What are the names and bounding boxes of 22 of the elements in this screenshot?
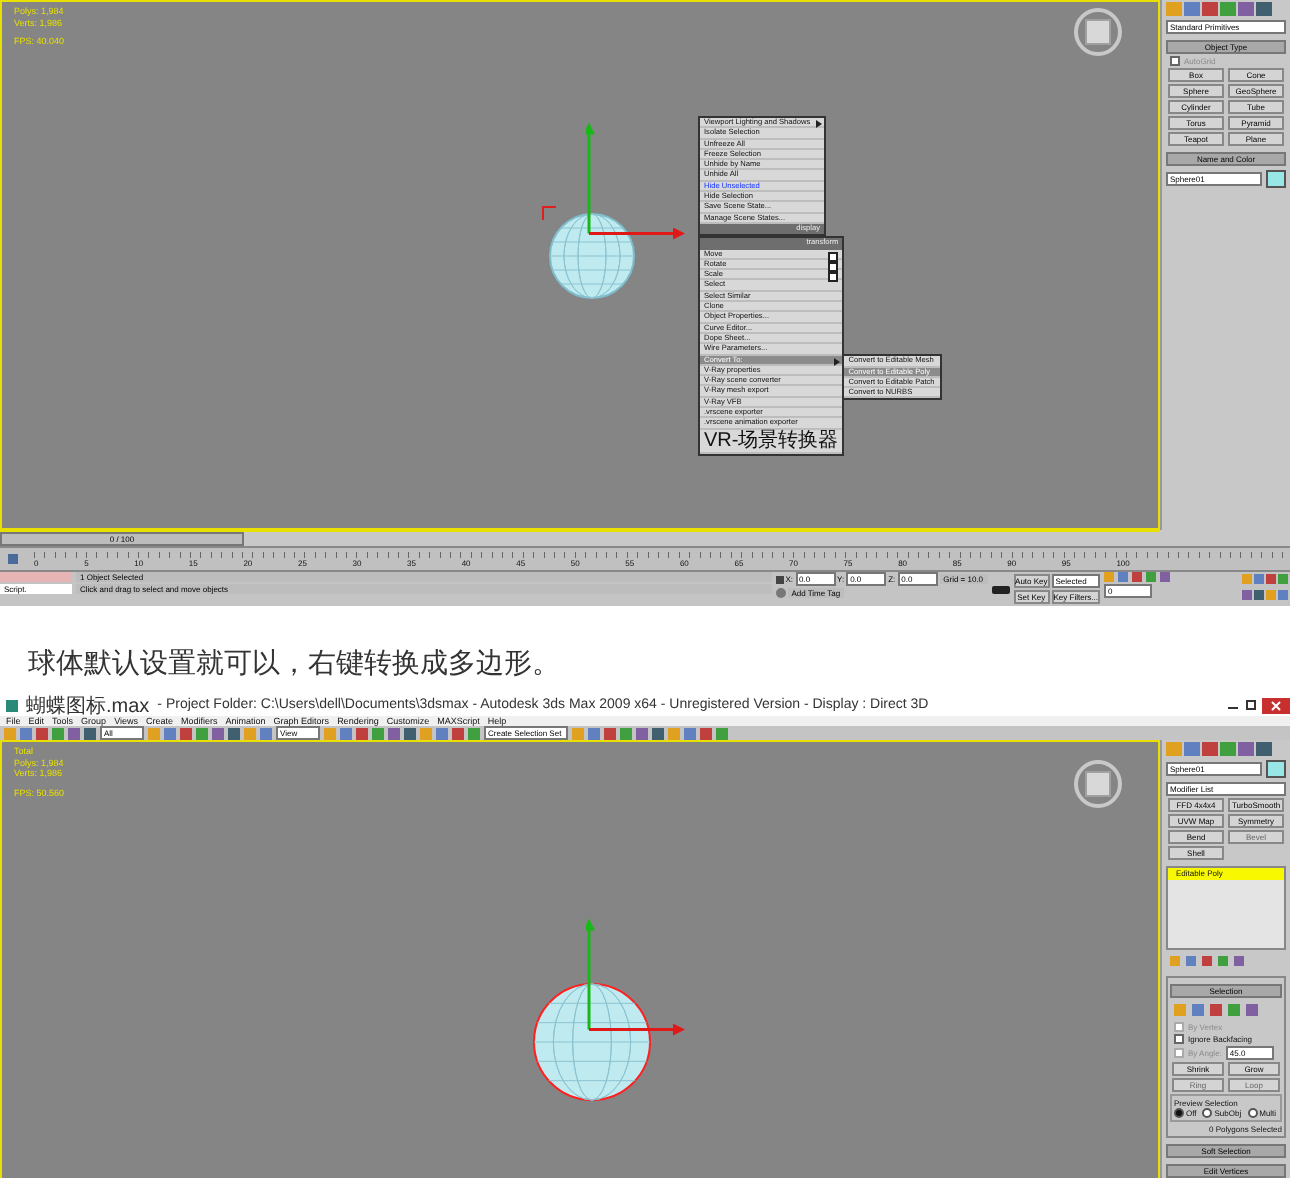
sphere-drawing — [532, 982, 652, 1102]
radio-button[interactable] — [1174, 1108, 1184, 1118]
file-name: 蝴蝶图标.max — [26, 694, 150, 717]
viewcube-icon — [1072, 6, 1124, 58]
maximize-icon — [1244, 698, 1258, 712]
viewcube-icon — [1072, 758, 1124, 810]
sphere-drawing — [548, 212, 636, 300]
checkbox[interactable] — [1174, 1034, 1184, 1044]
radio-button[interactable] — [1247, 1108, 1258, 1118]
listener-box — [0, 572, 72, 582]
caption-text: 球体默认设置就可以，右键转换成多边形。 — [28, 646, 562, 684]
checkbox[interactable] — [1170, 56, 1180, 66]
color-swatch[interactable] — [1266, 170, 1286, 188]
color-swatch[interactable] — [1266, 760, 1286, 778]
viewport[interactable] — [0, 0, 1160, 530]
key-icon — [991, 585, 1010, 593]
time-tag-icon — [775, 588, 786, 598]
app-icon — [6, 699, 18, 711]
lock-icon — [775, 575, 784, 583]
selection-bracket — [542, 206, 556, 220]
menu-item[interactable]: VR-场景转换器 — [700, 429, 843, 454]
radio-button[interactable] — [1202, 1108, 1213, 1118]
